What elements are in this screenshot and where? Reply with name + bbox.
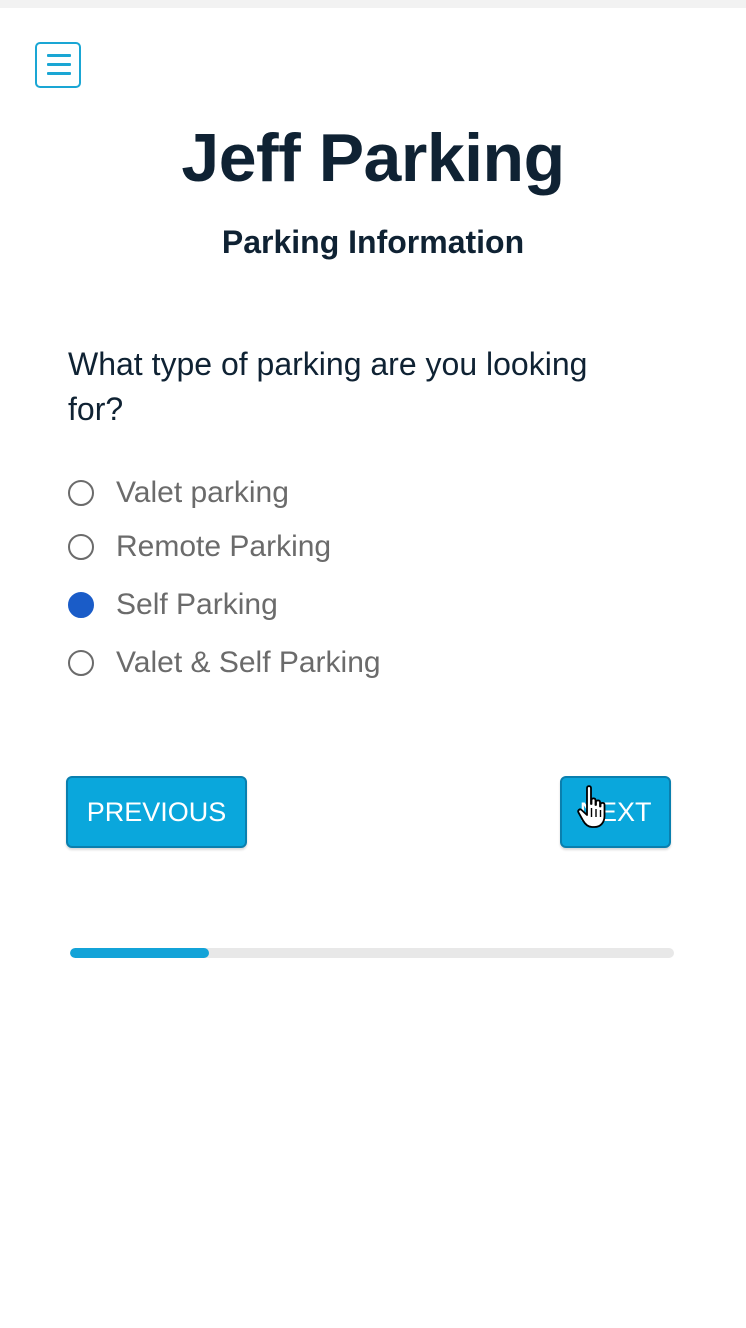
progress-bar (70, 948, 674, 958)
page-title: Jeff Parking (181, 120, 565, 196)
question-text: What type of parking are you looking for… (68, 346, 588, 427)
option-valet-and-self-parking[interactable]: Valet & Self Parking (68, 640, 628, 686)
menu-button[interactable] (35, 42, 81, 88)
radio-button[interactable] (68, 650, 94, 676)
option-remote-parking[interactable]: Remote Parking (68, 524, 628, 570)
radio-button[interactable] (68, 534, 94, 560)
radio-button[interactable] (68, 592, 94, 618)
option-label: Self Parking (116, 588, 278, 621)
page-subtitle: Parking Information (221, 224, 525, 260)
option-valet-parking[interactable]: Valet parking (68, 470, 628, 516)
option-label: Valet & Self Parking (116, 646, 381, 679)
progress-bar-fill (70, 948, 209, 958)
radio-button[interactable] (68, 480, 94, 506)
option-label: Remote Parking (116, 530, 332, 563)
previous-button[interactable]: PREVIOUS (66, 776, 247, 848)
top-strip (0, 0, 746, 8)
option-label: Valet parking (116, 476, 289, 509)
next-button[interactable]: NEXT (560, 776, 671, 848)
option-self-parking[interactable]: Self Parking (68, 582, 628, 628)
